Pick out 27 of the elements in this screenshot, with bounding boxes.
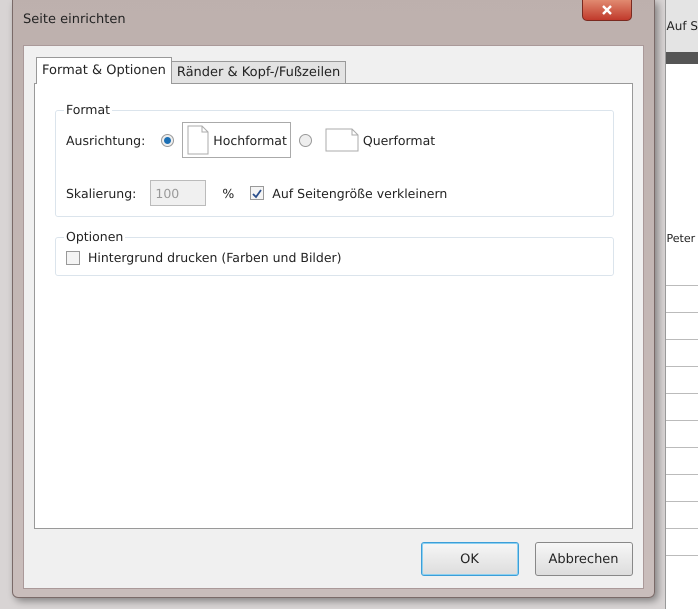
- scaling-label: Skalierung:: [66, 186, 136, 200]
- checkbox[interactable]: [250, 186, 264, 200]
- header-bar: [666, 52, 698, 64]
- orientation-option[interactable]: Querformat: [320, 125, 440, 155]
- group-legend: Optionen: [64, 229, 126, 244]
- close-button[interactable]: [582, 0, 632, 21]
- orientation-label: Hochformat: [213, 132, 287, 148]
- checkbox[interactable]: [66, 250, 80, 264]
- landscape-page-icon: [324, 128, 359, 152]
- group-legend: Format: [64, 102, 112, 117]
- checkbox-label: Auf Seitengröße verkleinern: [272, 186, 448, 200]
- ok-button[interactable]: OK: [420, 542, 519, 576]
- cancel-button[interactable]: Abbrechen: [534, 542, 633, 576]
- close-icon: [600, 5, 613, 15]
- radio-button[interactable]: [161, 134, 174, 146]
- portrait-page-icon: [187, 125, 210, 155]
- tab[interactable]: Format & Optionen: [36, 57, 172, 84]
- orientation-option[interactable]: Hochformat: [182, 122, 291, 158]
- orientation-label: Querformat: [362, 132, 436, 148]
- checkbox-label: Hintergrund drucken (Farben und Bilder): [88, 250, 342, 265]
- column-header: Auf S: [666, 0, 698, 52]
- table-cell-text: Peter: [666, 232, 696, 245]
- percent-label: %: [222, 186, 234, 200]
- window-title: Seite einrichten: [23, 12, 126, 27]
- tab[interactable]: Ränder & Kopf-/Fußzeilen: [170, 61, 346, 83]
- orientation-label: Ausrichtung:: [66, 132, 146, 148]
- radio-button[interactable]: [298, 134, 312, 146]
